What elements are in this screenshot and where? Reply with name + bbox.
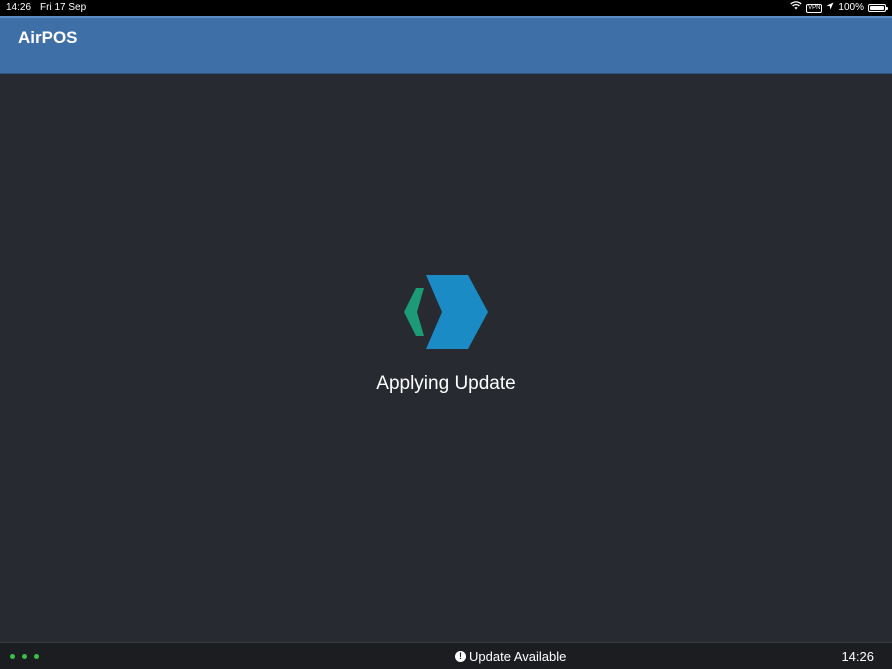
logo-green-chevron (404, 288, 424, 336)
status-bar: 14:26 Fri 17 Sep VPN 100% (0, 0, 892, 16)
status-time: 14:26 (6, 2, 32, 13)
status-dot (10, 654, 15, 659)
logo-blue-chevron (426, 275, 488, 349)
wifi-icon (790, 0, 802, 16)
update-available-button[interactable]: ! Update Available (455, 649, 566, 664)
app-header (0, 16, 892, 74)
connection-status-dots (10, 654, 39, 659)
footer-time: 14:26 (841, 649, 874, 664)
battery-level (870, 6, 884, 10)
location-arrow-icon (826, 0, 834, 16)
status-dot (34, 654, 39, 659)
applying-update-text: Applying Update (376, 373, 516, 394)
info-icon: ! (455, 651, 466, 662)
status-dot (22, 654, 27, 659)
status-date: Fri 17 Sep (40, 2, 87, 13)
status-indicators: VPN 100% (790, 0, 888, 16)
airpos-logo-icon (402, 274, 490, 350)
battery-icon (868, 4, 888, 12)
vpn-icon: VPN (806, 3, 823, 13)
update-available-label: Update Available (469, 649, 567, 664)
main-content (0, 74, 892, 642)
footer-bar: ! Update Available 14:26 (0, 642, 892, 669)
app-title: AirPOS (18, 28, 78, 47)
battery-percent: 100% (838, 2, 864, 13)
